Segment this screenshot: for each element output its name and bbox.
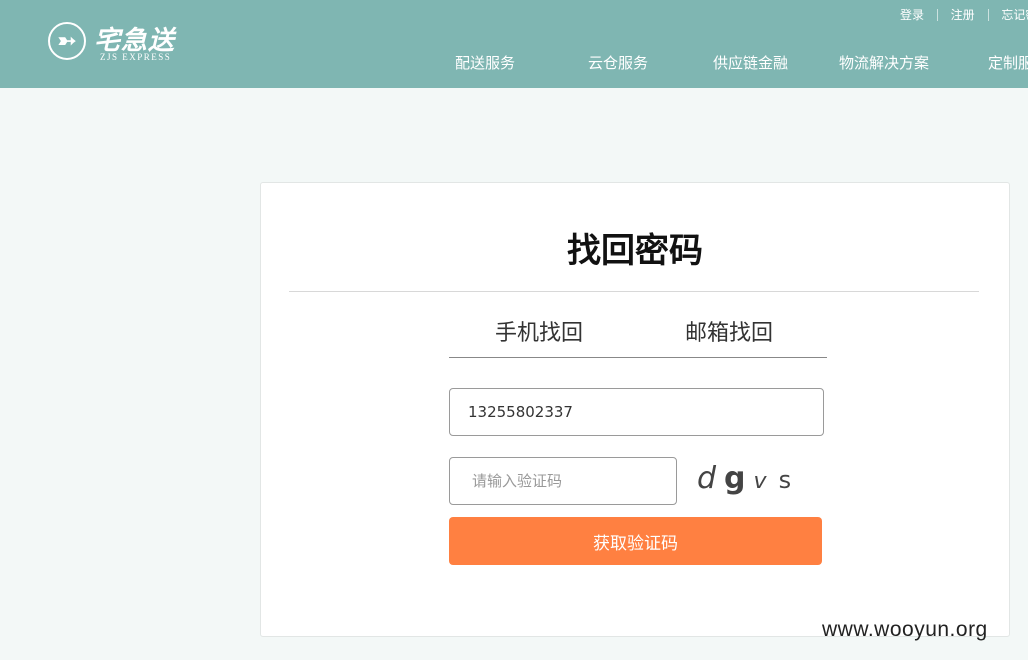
link-divider — [987, 8, 989, 21]
captcha-char: v — [753, 469, 767, 494]
title-divider — [289, 291, 979, 292]
captcha-char: s — [778, 466, 792, 494]
captcha-char: d — [697, 461, 717, 496]
captcha-char: g — [724, 461, 746, 496]
watermark: www.wooyun.org — [822, 618, 988, 641]
nav-item-cloud-warehouse[interactable]: 云仓服务 — [588, 52, 648, 73]
header-bar: ➳ 宅急送 ZJS EXPRESS 登录 注册 忘记密码 配送服务 云仓服务 供… — [0, 0, 1028, 88]
forgot-password-link[interactable]: 忘记密码 — [1001, 6, 1028, 23]
register-link[interactable]: 注册 — [951, 6, 975, 23]
phone-input[interactable] — [449, 388, 824, 436]
captcha-image[interactable]: dgvs — [697, 461, 807, 501]
top-links: 登录 注册 忘记密码 — [900, 6, 1028, 22]
link-divider — [936, 8, 938, 21]
nav-item-custom-service[interactable]: 定制服务 — [988, 52, 1028, 73]
tab-phone-recovery[interactable]: 手机找回 — [495, 315, 583, 347]
get-verification-code-button[interactable]: 获取验证码 — [449, 517, 822, 565]
page-title: 找回密码 — [567, 231, 703, 271]
login-link[interactable]: 登录 — [900, 6, 924, 23]
password-recovery-card: 找回密码 手机找回 邮箱找回 dgvs 获取验证码 — [260, 182, 1010, 637]
verification-code-input[interactable] — [449, 457, 677, 505]
main-nav: 配送服务 云仓服务 供应链金融 物流解决方案 定制服务 — [0, 52, 1028, 76]
tab-email-recovery[interactable]: 邮箱找回 — [685, 315, 773, 347]
nav-item-logistics-solutions[interactable]: 物流解决方案 — [839, 52, 929, 73]
nav-item-delivery[interactable]: 配送服务 — [455, 52, 515, 73]
nav-item-supply-chain-finance[interactable]: 供应链金融 — [713, 52, 788, 73]
recovery-tabs: 手机找回 邮箱找回 — [449, 311, 827, 358]
